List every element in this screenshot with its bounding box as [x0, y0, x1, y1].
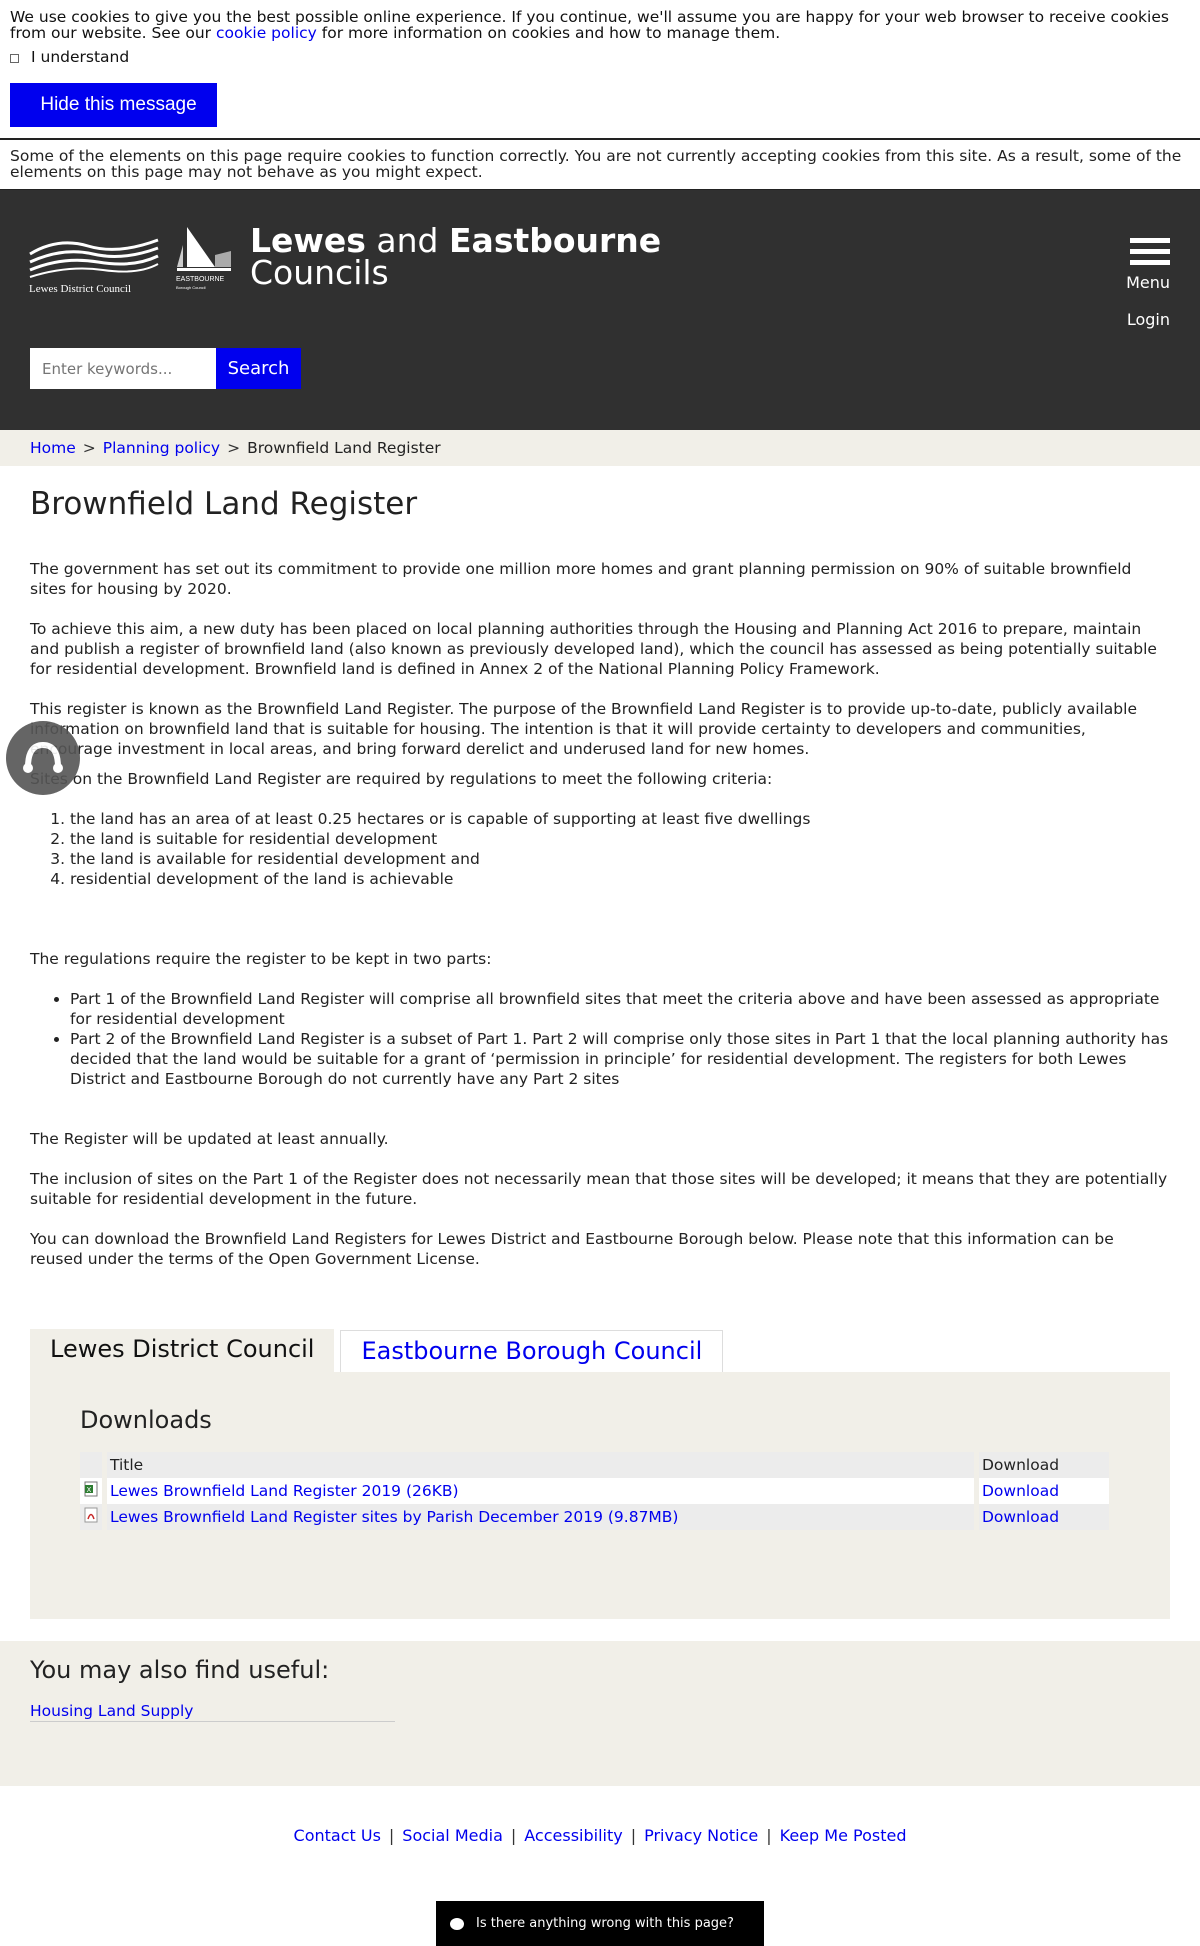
housing-land-supply-link[interactable]: Housing Land Supply: [30, 1702, 395, 1722]
cookie-message: We use cookies to give you the best poss…: [10, 9, 1190, 41]
footer-separator: |: [766, 1826, 772, 1845]
file-type-header: [80, 1452, 102, 1478]
footer-contact-us[interactable]: Contact Us: [294, 1826, 381, 1845]
site-title[interactable]: Lewes and Eastbourne Councils: [250, 224, 661, 292]
related-heading: You may also find useful:: [30, 1656, 330, 1684]
breadcrumb-planning-policy[interactable]: Planning policy: [103, 439, 220, 457]
hide-message-button[interactable]: Hide this message: [10, 83, 217, 127]
tab-eastbourne[interactable]: Eastbourne Borough Council: [340, 1330, 724, 1372]
understand-row[interactable]: I understand: [10, 49, 1190, 65]
eastbourne-logo-sub: Borough Council: [176, 285, 206, 290]
understand-label: I understand: [31, 48, 130, 66]
download-paragraph: You can download the Brownfield Land Reg…: [30, 1230, 1114, 1268]
feedback-label: Is there anything wrong with this page?: [476, 1916, 734, 1931]
download-column-header: Download: [979, 1452, 1109, 1478]
list-item: the land is suitable for residential dev…: [70, 829, 1170, 849]
regulations-paragraph: The regulations require the register to …: [30, 950, 492, 968]
table-row: Lewes Brownfield Land Register sites by …: [80, 1504, 1109, 1530]
search-button[interactable]: Search: [216, 348, 301, 389]
menu-label[interactable]: Menu: [1126, 273, 1170, 292]
eastbourne-logo-text: EASTBOURNE: [176, 276, 225, 283]
list-item: Part 2 of the Brownfield Land Register i…: [70, 1029, 1170, 1089]
main-content: Brownfield Land Register The government …: [0, 486, 1200, 1269]
breadcrumb-separator: >: [227, 439, 241, 457]
download-title-link[interactable]: Lewes Brownfield Land Register 2019 (26K…: [110, 1482, 459, 1500]
page-title: Brownfield Land Register: [30, 486, 418, 522]
tab-panel-lewes: Downloads Title Download X Lewes Brownfi…: [30, 1372, 1170, 1619]
breadcrumb-home[interactable]: Home: [30, 439, 76, 457]
spreadsheet-icon: X: [80, 1478, 102, 1504]
footer-links: Contact Us | Social Media | Accessibility | Pr…: [0, 1826, 1200, 1845]
table-row: X Lewes Brownfield Land Register 2019 (2…: [80, 1478, 1109, 1504]
lewes-logo[interactable]: Lewes District Council: [28, 232, 163, 294]
title-councils: Councils: [250, 253, 389, 292]
site-header: Lewes District Council EASTBOURNE Boroug…: [0, 190, 1200, 430]
title-eastbourne: Eastbourne: [449, 221, 662, 260]
login-link[interactable]: Login: [1127, 310, 1170, 329]
tab-lewes[interactable]: Lewes District Council: [30, 1329, 335, 1372]
criteria-list: the land has an area of at least 0.25 he…: [30, 809, 1170, 889]
updated-paragraph: The Register will be updated at least an…: [30, 1130, 389, 1148]
breadcrumb-current: Brownfield Land Register: [247, 439, 441, 457]
breadcrumb: Home > Planning policy > Brownfield Land…: [0, 430, 1200, 466]
related-links: You may also find useful: Housing Land S…: [0, 1641, 1200, 1786]
feedback-button[interactable]: Is there anything wrong with this page?: [436, 1901, 764, 1946]
footer-social-media[interactable]: Social Media: [402, 1826, 503, 1845]
list-item: the land has an area of at least 0.25 he…: [70, 809, 1170, 829]
register-paragraph: This register is known as the Brownfield…: [30, 700, 1137, 758]
lewes-logo-text: Lewes District Council: [29, 283, 131, 294]
menu-button[interactable]: [1128, 238, 1172, 271]
svg-text:X: X: [87, 1486, 92, 1494]
list-item: the land is available for residential de…: [70, 849, 1170, 869]
list-item: Part 1 of the Brownfield Land Register w…: [70, 989, 1170, 1029]
search-form: Search: [30, 348, 301, 389]
chat-icon: [450, 1917, 464, 1930]
accessibility-widget-icon[interactable]: [6, 721, 80, 795]
cookie-policy-link[interactable]: cookie policy: [216, 24, 317, 42]
cookie-text-end: for more information on cookies and how …: [316, 24, 781, 42]
table-header-row: Title Download: [80, 1452, 1109, 1478]
download-title-link[interactable]: Lewes Brownfield Land Register sites by …: [110, 1508, 678, 1526]
footer-separator: |: [630, 1826, 637, 1845]
list-item: residential development of the land is a…: [70, 869, 1170, 889]
footer-privacy-notice[interactable]: Privacy Notice: [644, 1826, 758, 1845]
downloads-heading: Downloads: [80, 1406, 212, 1434]
title-column-header: Title: [107, 1452, 974, 1478]
download-link[interactable]: Download: [982, 1508, 1059, 1526]
footer-separator: |: [510, 1826, 517, 1845]
search-input[interactable]: [30, 348, 216, 389]
intro-paragraph: The government has set out its commitmen…: [30, 560, 1132, 598]
footer-keep-me-posted[interactable]: Keep Me Posted: [780, 1826, 907, 1845]
tab-bar: Lewes District Council Eastbourne Boroug…: [30, 1329, 1170, 1372]
breadcrumb-separator: >: [82, 439, 96, 457]
council-tabs: Lewes District Council Eastbourne Boroug…: [30, 1329, 1170, 1619]
cookie-warning: Some of the elements on this page requir…: [0, 140, 1200, 190]
footer-accessibility[interactable]: Accessibility: [524, 1826, 622, 1845]
parts-list: Part 1 of the Brownfield Land Register w…: [30, 989, 1170, 1089]
pdf-icon: [80, 1504, 102, 1530]
criteria-intro: Sites on the Brownfield Land Register ar…: [30, 770, 773, 788]
cookie-banner: We use cookies to give you the best poss…: [0, 0, 1200, 127]
duty-paragraph: To achieve this aim, a new duty has been…: [30, 620, 1157, 678]
hamburger-icon: [1128, 238, 1172, 265]
footer-separator: |: [388, 1826, 395, 1845]
eastbourne-logo[interactable]: EASTBOURNE Borough Council: [175, 225, 233, 291]
inclusion-paragraph: The inclusion of sites on the Part 1 of …: [30, 1170, 1168, 1208]
downloads-table: Title Download X Lewes Brownfield Land R…: [75, 1452, 1114, 1530]
download-link[interactable]: Download: [982, 1482, 1059, 1500]
understand-checkbox[interactable]: [10, 54, 19, 63]
